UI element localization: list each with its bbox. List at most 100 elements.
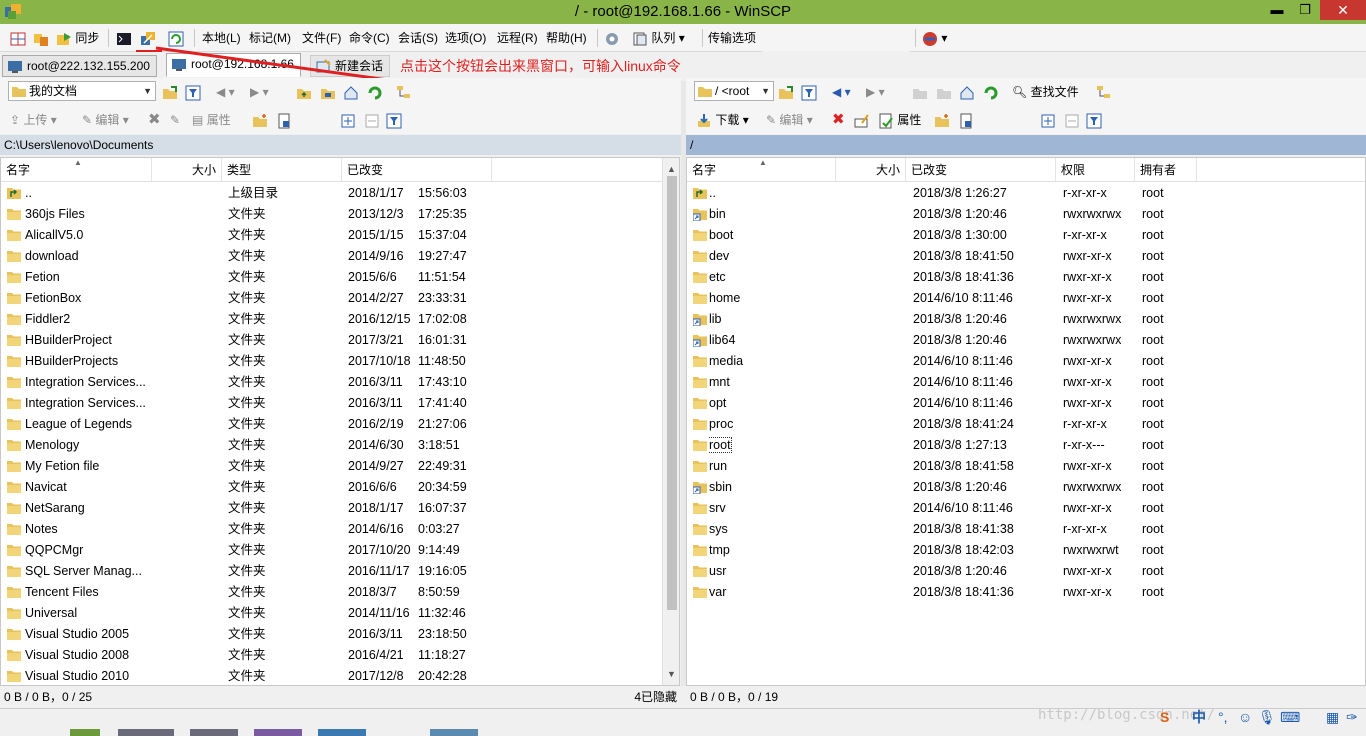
ime-punctuation-icon[interactable]: °, xyxy=(1218,706,1228,728)
table-row[interactable]: Tencent Files 文件夹 2018/3/7 8:50:59 xyxy=(1,582,679,603)
scroll-down-icon[interactable]: ▼ xyxy=(667,669,676,679)
root-dir-icon[interactable] xyxy=(320,82,336,102)
table-row[interactable]: lib 2018/3/8 1:20:46 rwxrwxrwx root xyxy=(687,309,1365,330)
table-row[interactable]: AlicallV5.0 文件夹 2015/1/15 15:37:04 xyxy=(1,225,679,246)
remote-parent-dir-icon[interactable] xyxy=(912,82,928,102)
remote-open-folder-icon[interactable] xyxy=(778,82,794,102)
remote-new-folder-icon[interactable] xyxy=(934,110,950,130)
remote-select-all-icon[interactable] xyxy=(1040,110,1056,130)
table-row[interactable]: boot 2018/3/8 1:30:00 r-xr-xr-x root xyxy=(687,225,1365,246)
remote-refresh-icon[interactable] xyxy=(983,82,999,102)
table-row[interactable]: Integration Services... 文件夹 2016/3/11 17:43… xyxy=(1,372,679,393)
table-row[interactable]: SQL Server Manag... 文件夹 2016/11/17 19:16:05 xyxy=(1,561,679,582)
table-row[interactable]: FetionBox 文件夹 2014/2/27 23:33:31 xyxy=(1,288,679,309)
local-location-select[interactable]: 我的文档 ▼ xyxy=(8,81,156,101)
ime-grid-icon[interactable]: ▦ xyxy=(1326,706,1339,728)
taskbar-app[interactable] xyxy=(70,729,100,736)
table-row[interactable]: sbin 2018/3/8 1:20:46 rwxrwxrwx root xyxy=(687,477,1365,498)
column-modified[interactable]: 已改变 xyxy=(342,158,492,182)
table-row[interactable]: download 文件夹 2014/9/16 19:27:47 xyxy=(1,246,679,267)
ime-voice-icon[interactable]: 🎙︎ xyxy=(1258,706,1276,728)
table-row[interactable]: NetSarang 文件夹 2018/1/17 16:07:37 xyxy=(1,498,679,519)
table-row[interactable]: srv 2014/6/10 8:11:46 rwxr-xr-x root xyxy=(687,498,1365,519)
ime-mode-label[interactable]: 中 xyxy=(1192,706,1206,728)
local-properties-button[interactable]: ▤ 属性 xyxy=(192,110,231,130)
table-row[interactable]: Integration Services... 文件夹 2016/3/11 17:41… xyxy=(1,393,679,414)
table-row[interactable]: Menology 文件夹 2014/6/30 3:18:51 xyxy=(1,435,679,456)
filter-icon[interactable] xyxy=(185,82,201,102)
forward-arrow-icon[interactable]: ▶ ▾ xyxy=(250,82,269,102)
preferences-gear-icon[interactable] xyxy=(604,28,620,48)
table-row[interactable]: mnt 2014/6/10 8:11:46 rwxr-xr-x root xyxy=(687,372,1365,393)
table-row[interactable]: proc 2018/3/8 18:41:24 r-xr-xr-x root xyxy=(687,414,1365,435)
remote-tree-view-icon[interactable] xyxy=(1096,82,1112,102)
scroll-up-icon[interactable]: ▲ xyxy=(667,164,676,174)
transfer-settings-icon[interactable]: ▾ xyxy=(922,28,947,48)
remote-delete-icon[interactable]: ✖ xyxy=(832,110,845,130)
remote-deselect-icon[interactable] xyxy=(1064,110,1080,130)
download-button[interactable]: 下载 ▾ xyxy=(696,110,749,130)
table-row[interactable]: Visual Studio 2008 文件夹 2016/4/21 11:18:27 xyxy=(1,645,679,666)
remote-back-arrow-icon[interactable]: ◀ ▾ xyxy=(832,82,851,102)
menu-remote[interactable]: 远程(R) xyxy=(497,28,538,48)
column-modified[interactable]: 已改变 xyxy=(906,158,1056,182)
tree-view-icon[interactable] xyxy=(396,82,412,102)
table-row[interactable]: Fiddler2 文件夹 2016/12/15 17:02:08 xyxy=(1,309,679,330)
local-file-list[interactable]: 名字 ▲ 大小 类型 已改变 .. 上级目录 2018/1/17 15:56:03 36… xyxy=(0,157,680,686)
table-row[interactable]: Fetion 文件夹 2015/6/6 11:51:54 xyxy=(1,267,679,288)
remote-forward-arrow-icon[interactable]: ▶ ▾ xyxy=(866,82,885,102)
close-button[interactable]: ✕ xyxy=(1320,0,1366,20)
taskbar-app[interactable] xyxy=(190,729,238,736)
table-row[interactable]: lib64 2018/3/8 1:20:46 rwxrwxrwx root xyxy=(687,330,1365,351)
hidden-count-status[interactable]: 4已隐藏 xyxy=(634,686,677,708)
local-filter-icon[interactable] xyxy=(386,110,402,130)
table-row[interactable]: bin 2018/3/8 1:20:46 rwxrwxrwx root xyxy=(687,204,1365,225)
table-row[interactable]: .. 2018/3/8 1:26:27 r-xr-xr-x root xyxy=(687,183,1365,204)
restore-button[interactable]: ❐ xyxy=(1291,0,1319,20)
remote-properties-button[interactable]: 属性 xyxy=(878,110,921,130)
menu-help[interactable]: 帮助(H) xyxy=(546,28,587,48)
column-type[interactable]: 类型 xyxy=(222,158,342,182)
sync-button[interactable]: 同步 xyxy=(56,28,99,48)
sogou-ime-icon[interactable]: S xyxy=(1160,706,1169,728)
find-files-button[interactable]: 🔍︎ 查找文件 xyxy=(1012,82,1079,102)
table-row[interactable]: sys 2018/3/8 18:41:38 r-xr-xr-x root xyxy=(687,519,1365,540)
table-row[interactable]: HBuilderProjects 文件夹 2017/10/18 11:48:50 xyxy=(1,351,679,372)
column-rights[interactable]: 权限 xyxy=(1056,158,1135,182)
remote-location-select[interactable]: / <root ▼ xyxy=(694,81,774,101)
column-owner[interactable]: 拥有者 xyxy=(1135,158,1197,182)
table-row[interactable]: 360js Files 文件夹 2013/12/3 17:25:35 xyxy=(1,204,679,225)
taskbar-app[interactable] xyxy=(318,729,366,736)
table-row[interactable]: etc 2018/3/8 18:41:36 rwxr-xr-x root xyxy=(687,267,1365,288)
remote-rename-icon[interactable] xyxy=(854,110,870,130)
table-row[interactable]: League of Legends 文件夹 2016/2/19 21:27:06 xyxy=(1,414,679,435)
local-delete-icon[interactable]: ✖ xyxy=(148,110,161,130)
local-rename-icon[interactable]: ✎ xyxy=(170,110,180,130)
table-row[interactable]: Notes 文件夹 2014/6/16 0:03:27 xyxy=(1,519,679,540)
table-row[interactable]: Navicat 文件夹 2016/6/6 20:34:59 xyxy=(1,477,679,498)
local-edit-button[interactable]: ✎ 编辑 ▾ xyxy=(82,110,129,130)
terminal-icon[interactable] xyxy=(116,28,132,48)
open-folder-icon[interactable] xyxy=(162,82,178,102)
remote-file-list[interactable]: 名字 ▲ 大小 已改变 权限 拥有者 .. 2018/3/8 1:26:27 r-x… xyxy=(686,157,1366,686)
remote-edit-button[interactable]: ✎ 编辑 ▾ xyxy=(766,110,813,130)
column-size[interactable]: 大小 xyxy=(152,158,222,182)
table-row[interactable]: Universal 文件夹 2014/11/16 11:32:46 xyxy=(1,603,679,624)
remote-root-dir-icon[interactable] xyxy=(936,82,952,102)
ime-tools-icon[interactable]: ✑ xyxy=(1346,706,1358,728)
remote-filter-nav-icon[interactable] xyxy=(801,82,817,102)
remote-home-icon[interactable] xyxy=(959,82,975,102)
table-row[interactable]: home 2014/6/10 8:11:46 rwxr-xr-x root xyxy=(687,288,1365,309)
table-row[interactable]: run 2018/3/8 18:41:58 rwxr-xr-x root xyxy=(687,456,1365,477)
home-icon[interactable] xyxy=(343,82,359,102)
select-all-icon[interactable] xyxy=(340,110,356,130)
upload-button[interactable]: ⇪ 上传 ▾ xyxy=(10,110,57,130)
local-new-folder-icon[interactable] xyxy=(252,110,268,130)
table-row[interactable]: tmp 2018/3/8 18:42:03 rwxrwxrwt root xyxy=(687,540,1365,561)
local-new-file-icon[interactable] xyxy=(276,110,292,130)
local-scrollbar[interactable]: ▲ ▼ xyxy=(662,158,679,685)
table-row[interactable]: dev 2018/3/8 18:41:50 rwxr-xr-x root xyxy=(687,246,1365,267)
table-row[interactable]: root 2018/3/8 1:27:13 r-xr-x--- root xyxy=(687,435,1365,456)
table-row[interactable]: Visual Studio 2005 文件夹 2016/3/11 23:18:50 xyxy=(1,624,679,645)
queue-button[interactable]: 队列 ▾ xyxy=(632,28,685,48)
